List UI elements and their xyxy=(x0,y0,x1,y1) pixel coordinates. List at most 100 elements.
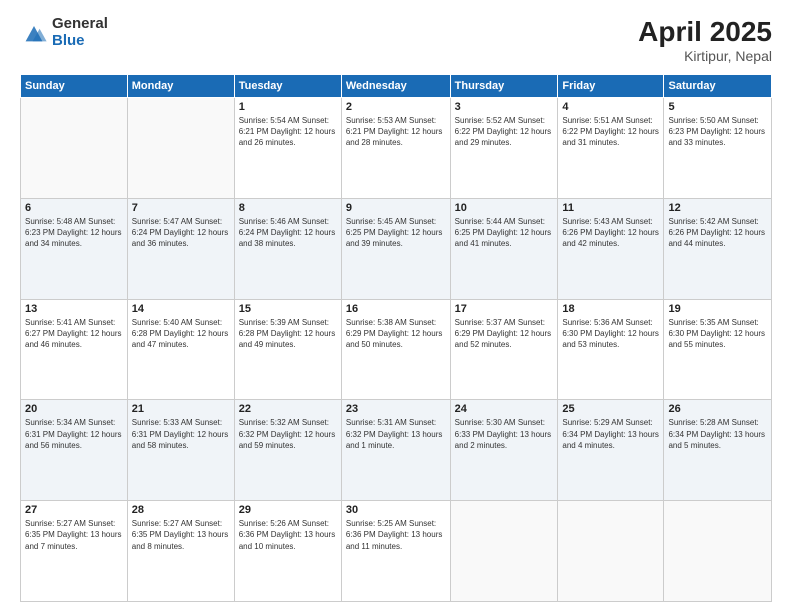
day-info: Sunrise: 5:32 AM Sunset: 6:32 PM Dayligh… xyxy=(239,417,337,451)
table-row: 19Sunrise: 5:35 AM Sunset: 6:30 PM Dayli… xyxy=(664,299,772,400)
day-number: 13 xyxy=(25,303,123,315)
logo-text: General Blue xyxy=(52,16,108,49)
table-row: 18Sunrise: 5:36 AM Sunset: 6:30 PM Dayli… xyxy=(558,299,664,400)
day-info: Sunrise: 5:30 AM Sunset: 6:33 PM Dayligh… xyxy=(455,417,554,451)
day-info: Sunrise: 5:25 AM Sunset: 6:36 PM Dayligh… xyxy=(346,518,446,552)
day-info: Sunrise: 5:53 AM Sunset: 6:21 PM Dayligh… xyxy=(346,115,446,149)
calendar-week-row: 27 Sunrise: 5:27 AM Sunset: 6:35 PM Dayli… xyxy=(21,501,772,602)
table-row xyxy=(127,98,234,199)
table-row: 17Sunrise: 5:37 AM Sunset: 6:29 PM Dayli… xyxy=(450,299,558,400)
day-number: 19 xyxy=(668,303,767,315)
day-number: 6 xyxy=(25,202,123,214)
day-number: 4 xyxy=(562,101,659,113)
calendar: Sunday Monday Tuesday Wednesday Thursday… xyxy=(20,74,772,602)
day-number: 14 xyxy=(132,303,230,315)
day-info: Sunrise: 5:48 AM Sunset: 6:23 PM Dayligh… xyxy=(25,216,123,250)
day-number: 3 xyxy=(455,101,554,113)
col-thursday: Thursday xyxy=(450,75,558,98)
day-number: 21 xyxy=(132,403,230,415)
logo: General Blue xyxy=(20,16,108,49)
calendar-week-row: 20 Sunrise: 5:34 AM Sunset: 6:31 PM Dayli… xyxy=(21,400,772,501)
table-row: 4 Sunrise: 5:51 AM Sunset: 6:22 PM Daylig… xyxy=(558,98,664,199)
day-number: 9 xyxy=(346,202,446,214)
col-wednesday: Wednesday xyxy=(341,75,450,98)
table-row xyxy=(21,98,128,199)
day-number: 23 xyxy=(346,403,446,415)
day-info: Sunrise: 5:29 AM Sunset: 6:34 PM Dayligh… xyxy=(562,417,659,451)
day-number: 8 xyxy=(239,202,337,214)
table-row xyxy=(558,501,664,602)
day-info: Sunrise: 5:50 AM Sunset: 6:23 PM Dayligh… xyxy=(668,115,767,149)
day-info: Sunrise: 5:31 AM Sunset: 6:32 PM Dayligh… xyxy=(346,417,446,451)
day-number: 15 xyxy=(239,303,337,315)
title-block: April 2025 Kirtipur, Nepal xyxy=(638,16,772,64)
table-row: 26 Sunrise: 5:28 AM Sunset: 6:34 PM Dayli… xyxy=(664,400,772,501)
day-number: 27 xyxy=(25,504,123,516)
table-row: 23 Sunrise: 5:31 AM Sunset: 6:32 PM Dayli… xyxy=(341,400,450,501)
calendar-week-row: 6 Sunrise: 5:48 AM Sunset: 6:23 PM Daylig… xyxy=(21,198,772,299)
day-info: Sunrise: 5:26 AM Sunset: 6:36 PM Dayligh… xyxy=(239,518,337,552)
table-row: 21 Sunrise: 5:33 AM Sunset: 6:31 PM Dayli… xyxy=(127,400,234,501)
table-row: 5 Sunrise: 5:50 AM Sunset: 6:23 PM Daylig… xyxy=(664,98,772,199)
day-number: 16 xyxy=(346,303,446,315)
day-info: Sunrise: 5:52 AM Sunset: 6:22 PM Dayligh… xyxy=(455,115,554,149)
day-info: Sunrise: 5:46 AM Sunset: 6:24 PM Dayligh… xyxy=(239,216,337,250)
table-row: 12Sunrise: 5:42 AM Sunset: 6:26 PM Dayli… xyxy=(664,198,772,299)
calendar-week-row: 13Sunrise: 5:41 AM Sunset: 6:27 PM Dayli… xyxy=(21,299,772,400)
day-info: Sunrise: 5:28 AM Sunset: 6:34 PM Dayligh… xyxy=(668,417,767,451)
day-number: 10 xyxy=(455,202,554,214)
calendar-header-row: Sunday Monday Tuesday Wednesday Thursday… xyxy=(21,75,772,98)
table-row: 7Sunrise: 5:47 AM Sunset: 6:24 PM Daylig… xyxy=(127,198,234,299)
day-number: 11 xyxy=(562,202,659,214)
day-number: 29 xyxy=(239,504,337,516)
logo-blue-text: Blue xyxy=(52,33,108,50)
table-row: 25 Sunrise: 5:29 AM Sunset: 6:34 PM Dayli… xyxy=(558,400,664,501)
day-number: 26 xyxy=(668,403,767,415)
table-row: 27 Sunrise: 5:27 AM Sunset: 6:35 PM Dayli… xyxy=(21,501,128,602)
table-row: 16 Sunrise: 5:38 AM Sunset: 6:29 PM Dayli… xyxy=(341,299,450,400)
table-row: 11 Sunrise: 5:43 AM Sunset: 6:26 PM Dayli… xyxy=(558,198,664,299)
table-row: 15 Sunrise: 5:39 AM Sunset: 6:28 PM Dayli… xyxy=(234,299,341,400)
col-tuesday: Tuesday xyxy=(234,75,341,98)
day-info: Sunrise: 5:44 AM Sunset: 6:25 PM Dayligh… xyxy=(455,216,554,250)
day-info: Sunrise: 5:42 AM Sunset: 6:26 PM Dayligh… xyxy=(668,216,767,250)
table-row: 14Sunrise: 5:40 AM Sunset: 6:28 PM Dayli… xyxy=(127,299,234,400)
day-number: 7 xyxy=(132,202,230,214)
header: General Blue April 2025 Kirtipur, Nepal xyxy=(20,16,772,64)
day-number: 28 xyxy=(132,504,230,516)
day-number: 2 xyxy=(346,101,446,113)
col-friday: Friday xyxy=(558,75,664,98)
day-info: Sunrise: 5:54 AM Sunset: 6:21 PM Dayligh… xyxy=(239,115,337,149)
table-row: 10 Sunrise: 5:44 AM Sunset: 6:25 PM Dayli… xyxy=(450,198,558,299)
day-info: Sunrise: 5:27 AM Sunset: 6:35 PM Dayligh… xyxy=(132,518,230,552)
table-row xyxy=(450,501,558,602)
table-row: 6 Sunrise: 5:48 AM Sunset: 6:23 PM Daylig… xyxy=(21,198,128,299)
table-row: 24 Sunrise: 5:30 AM Sunset: 6:33 PM Dayli… xyxy=(450,400,558,501)
day-info: Sunrise: 5:27 AM Sunset: 6:35 PM Dayligh… xyxy=(25,518,123,552)
day-number: 25 xyxy=(562,403,659,415)
logo-general-text: General xyxy=(52,16,108,33)
page: General Blue April 2025 Kirtipur, Nepal … xyxy=(0,0,792,612)
table-row: 30Sunrise: 5:25 AM Sunset: 6:36 PM Dayli… xyxy=(341,501,450,602)
day-info: Sunrise: 5:51 AM Sunset: 6:22 PM Dayligh… xyxy=(562,115,659,149)
table-row: 13Sunrise: 5:41 AM Sunset: 6:27 PM Dayli… xyxy=(21,299,128,400)
table-row: 1Sunrise: 5:54 AM Sunset: 6:21 PM Daylig… xyxy=(234,98,341,199)
day-number: 5 xyxy=(668,101,767,113)
table-row: 9 Sunrise: 5:45 AM Sunset: 6:25 PM Daylig… xyxy=(341,198,450,299)
day-number: 24 xyxy=(455,403,554,415)
day-number: 22 xyxy=(239,403,337,415)
calendar-week-row: 1Sunrise: 5:54 AM Sunset: 6:21 PM Daylig… xyxy=(21,98,772,199)
table-row: 29 Sunrise: 5:26 AM Sunset: 6:36 PM Dayli… xyxy=(234,501,341,602)
logo-icon xyxy=(20,19,48,47)
day-info: Sunrise: 5:34 AM Sunset: 6:31 PM Dayligh… xyxy=(25,417,123,451)
col-monday: Monday xyxy=(127,75,234,98)
day-info: Sunrise: 5:39 AM Sunset: 6:28 PM Dayligh… xyxy=(239,317,337,351)
day-info: Sunrise: 5:45 AM Sunset: 6:25 PM Dayligh… xyxy=(346,216,446,250)
day-info: Sunrise: 5:43 AM Sunset: 6:26 PM Dayligh… xyxy=(562,216,659,250)
table-row xyxy=(664,501,772,602)
day-number: 20 xyxy=(25,403,123,415)
day-number: 17 xyxy=(455,303,554,315)
day-info: Sunrise: 5:38 AM Sunset: 6:29 PM Dayligh… xyxy=(346,317,446,351)
table-row: 22 Sunrise: 5:32 AM Sunset: 6:32 PM Dayli… xyxy=(234,400,341,501)
day-info: Sunrise: 5:33 AM Sunset: 6:31 PM Dayligh… xyxy=(132,417,230,451)
